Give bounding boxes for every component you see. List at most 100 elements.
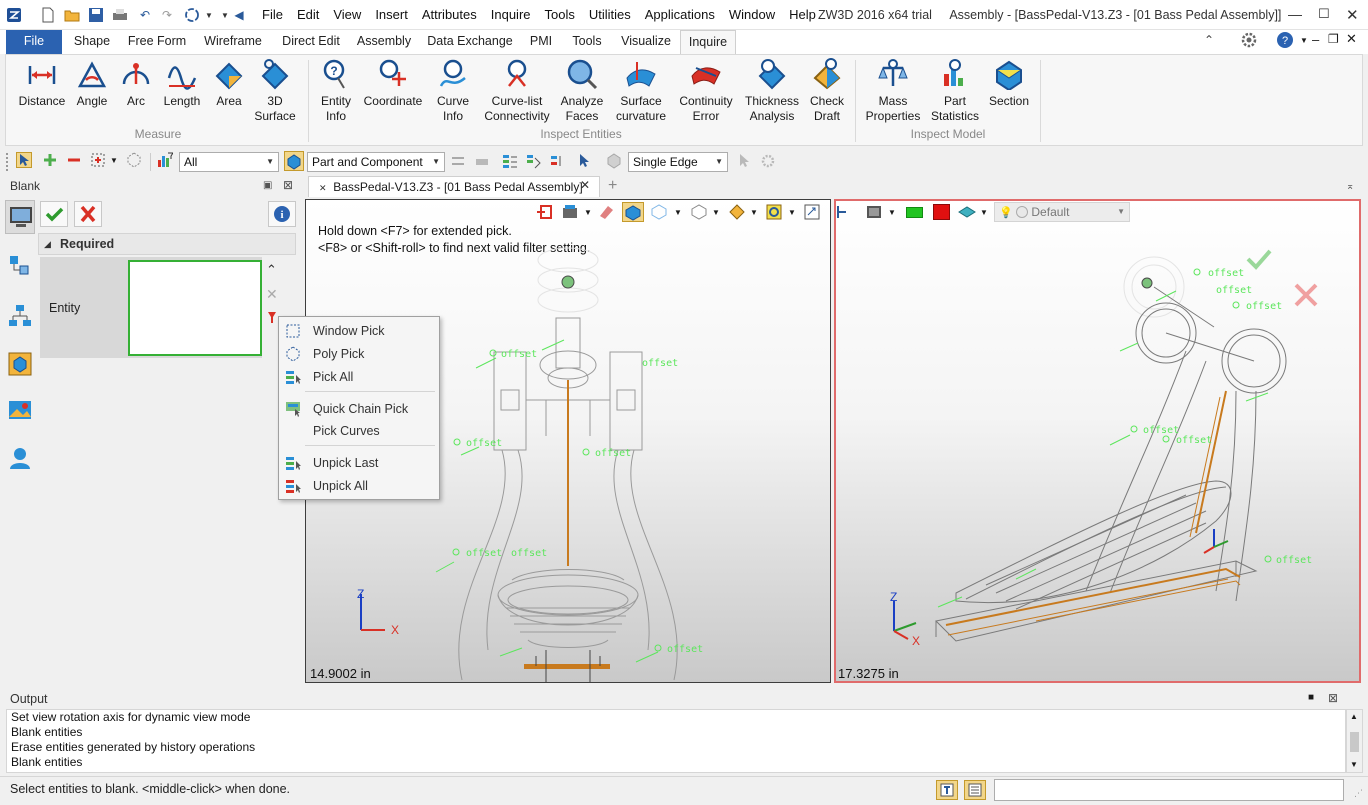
doc-close-icon[interactable]: ✕ (1346, 31, 1357, 47)
exit-view-icon[interactable] (536, 204, 552, 223)
check-draft-button[interactable]: Check Draft (806, 58, 848, 124)
render-dropdown-icon[interactable]: ▼ (584, 208, 592, 217)
maximize-view-icon[interactable] (804, 204, 820, 223)
tab-file[interactable]: File (6, 30, 62, 54)
3d-surface-button[interactable]: 3D Surface (252, 58, 298, 124)
visual-manager-icon[interactable] (8, 398, 32, 425)
info-button[interactable]: i (268, 201, 296, 227)
remove-pick-icon[interactable] (66, 152, 82, 168)
menu-item-unpick-all[interactable]: Unpick All (313, 479, 368, 493)
tab-shape[interactable]: Shape (68, 30, 116, 54)
help-dropdown-icon[interactable]: ▼ (1300, 36, 1308, 45)
settings-gear-icon[interactable] (1240, 31, 1258, 52)
output-log[interactable]: Set view rotation axis for dynamic view … (6, 709, 1346, 773)
length-button[interactable]: Length (158, 58, 206, 109)
scroll-thumb[interactable] (1350, 732, 1359, 752)
view-manager-icon[interactable] (8, 352, 32, 379)
user-icon[interactable] (8, 446, 32, 473)
save-icon[interactable] (88, 6, 104, 24)
menu-item-pick-all[interactable]: Pick All (313, 370, 353, 384)
tab-list-icon[interactable]: ⌅ (1346, 181, 1354, 192)
pick-sequence-icon[interactable] (526, 153, 542, 169)
poly-select-icon[interactable] (126, 152, 142, 168)
history-tree-icon[interactable] (8, 304, 32, 331)
tab-wireframe[interactable]: Wireframe (198, 30, 268, 54)
section-dropdown-icon[interactable]: ▼ (750, 208, 758, 217)
view-bracket-icon[interactable] (836, 204, 848, 223)
required-section-header[interactable]: ◢ Required (38, 233, 296, 255)
display-mode-icon[interactable] (866, 204, 884, 223)
cancel-button[interactable] (74, 201, 102, 227)
menu-item-quick-chain-pick[interactable]: Quick Chain Pick (313, 402, 408, 416)
arc-button[interactable]: Arc (116, 58, 156, 109)
menu-attributes[interactable]: Attributes (415, 7, 484, 22)
box-pick-icon[interactable] (90, 152, 106, 168)
menu-insert[interactable]: Insert (368, 7, 415, 22)
menu-item-window-pick[interactable]: Window Pick (313, 324, 385, 338)
section-button[interactable]: Section (986, 58, 1032, 109)
tab-pmi[interactable]: PMI (524, 30, 558, 54)
menu-tools[interactable]: Tools (538, 7, 582, 22)
new-file-icon[interactable] (40, 6, 56, 24)
menu-edit[interactable]: Edit (290, 7, 326, 22)
panel-pin-icon[interactable]: ▣ (263, 180, 272, 191)
tab-assembly[interactable]: Assembly (352, 30, 416, 54)
open-file-icon[interactable] (64, 6, 80, 24)
doc-tab-close-icon[interactable]: ✕ (580, 178, 590, 192)
distance-button[interactable]: Distance (14, 58, 70, 109)
wireframe-view-icon[interactable] (650, 204, 668, 223)
minimize-icon[interactable]: — (1288, 6, 1302, 22)
menu-help[interactable]: Help (782, 7, 823, 22)
collapse-ribbon-icon[interactable]: ⌃ (1204, 33, 1214, 47)
close-icon[interactable]: ✕ (1346, 6, 1359, 24)
new-tab-icon[interactable]: + (608, 177, 617, 195)
pick-list-icon[interactable] (502, 153, 518, 169)
part-statistics-button[interactable]: Part Statistics (928, 58, 982, 124)
entity-pick-list[interactable] (128, 260, 262, 356)
wire-dropdown-icon[interactable]: ▼ (674, 208, 682, 217)
document-tab[interactable]: ✕ BassPedal-V13.Z3 - [01 Bass Pedal Asse… (308, 176, 600, 197)
output-close-icon[interactable]: ⊠ (1328, 691, 1338, 705)
tab-data-exchange[interactable]: Data Exchange (424, 30, 516, 54)
tab-visualize[interactable]: Visualize (616, 30, 676, 54)
menu-applications[interactable]: Applications (638, 7, 722, 22)
snap-cursor-icon[interactable] (736, 153, 752, 169)
entity-info-button[interactable]: ? Entity Info (312, 58, 360, 124)
curve-list-connectivity-button[interactable]: Curve-list Connectivity (480, 58, 554, 124)
pick-cursor-icon[interactable] (576, 153, 592, 169)
tab-direct-edit[interactable]: Direct Edit (276, 30, 346, 54)
material-dropdown-icon[interactable]: ▼ (980, 208, 988, 217)
print-pick-icon[interactable] (474, 153, 490, 169)
snap-settings-icon[interactable] (760, 153, 776, 169)
zoom-dropdown-icon[interactable]: ▼ (788, 208, 796, 217)
render-icon[interactable] (562, 204, 580, 223)
part-component-icon[interactable] (284, 151, 304, 171)
curve-info-button[interactable]: Curve Info (430, 58, 476, 124)
menu-item-unpick-last[interactable]: Unpick Last (313, 456, 378, 470)
menu-utilities[interactable]: Utilities (582, 7, 638, 22)
edge-mode-select[interactable]: Single Edge ▼ (628, 152, 728, 172)
resize-grip-icon[interactable]: ⋰ (1354, 788, 1363, 799)
green-color-swatch[interactable] (906, 207, 923, 218)
red-color-swatch[interactable] (933, 204, 950, 220)
coordinate-button[interactable]: Coordinate (362, 58, 424, 109)
pick-option-icon[interactable] (450, 153, 466, 169)
qa-dropdown-icon[interactable]: ▼ (204, 6, 214, 24)
cube-dropdown-icon[interactable]: ▼ (712, 208, 720, 217)
analyze-faces-button[interactable]: Analyze Faces (558, 58, 606, 124)
zoom-fit-icon[interactable] (766, 204, 782, 223)
add-pick-icon[interactable] (42, 152, 58, 168)
render-style-select[interactable]: 💡 Default ▼ (994, 202, 1130, 222)
status-toggle-1-icon[interactable] (936, 780, 958, 800)
ok-button[interactable] (40, 201, 68, 227)
panel-close-icon[interactable]: ⊠ (283, 178, 293, 192)
display-dropdown-icon[interactable]: ▼ (888, 208, 896, 217)
surface-curvature-button[interactable]: Surface curvature (614, 58, 668, 124)
redo-icon[interactable]: ↷ (160, 6, 174, 24)
menu-view[interactable]: View (326, 7, 368, 22)
section-view-icon[interactable] (728, 204, 746, 223)
undo-icon[interactable]: ↶ (138, 6, 152, 24)
filter-reset-icon[interactable] (266, 311, 278, 328)
shaded-view-icon[interactable] (622, 202, 644, 222)
print-icon[interactable] (112, 6, 128, 24)
